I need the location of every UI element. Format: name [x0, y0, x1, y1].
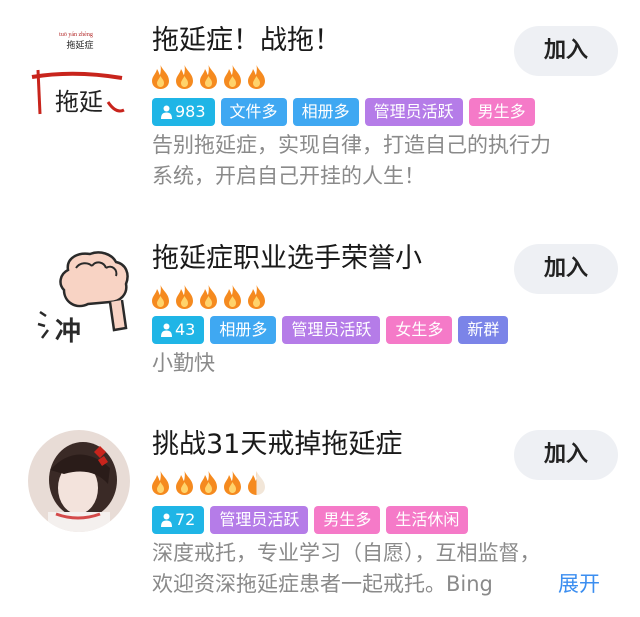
group-description: 小勤快 — [152, 348, 622, 379]
description-line: 深度戒托，专业学习（自愿），互相监督， — [152, 541, 541, 565]
description-line: 小勤快 — [152, 351, 215, 375]
join-button[interactable]: 加入 — [514, 26, 618, 76]
group-title[interactable]: 挑战31天戒掉拖延症 — [152, 428, 402, 462]
flame-icon — [152, 285, 169, 309]
tag-lifestyle: 生活休闲 — [386, 506, 469, 534]
expand-link[interactable]: 展开 — [558, 572, 600, 596]
person-icon — [161, 105, 172, 119]
flame-icon — [200, 471, 217, 495]
activity-flames — [150, 284, 267, 310]
tag-male-majority: 男生多 — [314, 506, 381, 534]
group-avatar[interactable]: 冲 — [28, 240, 133, 345]
flame-icon — [224, 65, 241, 89]
join-button[interactable]: 加入 — [514, 430, 618, 480]
flame-icon — [248, 65, 265, 89]
tag-female-majority: 女生多 — [386, 316, 453, 344]
flame-icon — [200, 65, 217, 89]
group-avatar[interactable] — [28, 430, 130, 532]
tag-albums: 相册多 — [210, 316, 277, 344]
group-item[interactable]: 冲 拖延症职业选手荣誉小 加入 43 相册多 管理员活跃 女生多 新群 小勤快 — [0, 210, 640, 400]
activity-flames — [150, 64, 267, 90]
flame-icon — [152, 471, 169, 495]
group-tags: 983 文件多 相册多 管理员活跃 男生多 — [152, 98, 535, 126]
calligraphy-logo-icon: tuō yán zhèng 拖延症 拖延 — [31, 32, 125, 116]
description-text: 欢迎资深拖延症患者一起戒托。Bing — [152, 572, 493, 596]
group-description: 告别拖延症，实现自律，打造自己的执行力 系统，开启自己开挂的人生！ — [152, 130, 622, 192]
flame-icon — [152, 65, 169, 89]
flame-icon — [176, 285, 193, 309]
tag-admin-active: 管理员活跃 — [364, 98, 463, 126]
tag-admin-active: 管理员活跃 — [282, 316, 381, 344]
svg-text:拖延: 拖延 — [55, 88, 103, 116]
group-item[interactable]: 挑战31天戒掉拖延症 加入 72 管理员活跃 男生多 生活休闲 深度戒托，专业学… — [0, 400, 640, 617]
flame-icon — [176, 65, 193, 89]
description-line: 系统，开启自己开挂的人生！ — [152, 164, 425, 188]
fist-sticker-icon: 冲 — [37, 251, 129, 345]
description-line: 告别拖延症，实现自律，打造自己的执行力 — [152, 133, 551, 157]
member-count: 72 — [175, 510, 196, 529]
member-count: 983 — [175, 102, 206, 121]
flame-half-icon — [248, 471, 265, 495]
description-line: 欢迎资深拖延症患者一起戒托。Bing 展开 — [152, 569, 622, 600]
member-count: 43 — [175, 320, 196, 339]
tag-files: 文件多 — [220, 98, 287, 126]
person-icon — [161, 323, 172, 337]
group-tags: 72 管理员活跃 男生多 生活休闲 — [152, 506, 469, 534]
flame-icon — [176, 471, 193, 495]
member-count-tag: 43 — [152, 316, 205, 344]
group-description: 深度戒托，专业学习（自愿），互相监督， 欢迎资深拖延症患者一起戒托。Bing 展… — [152, 538, 622, 600]
girl-portrait-avatar-icon — [28, 430, 130, 532]
group-list: tuō yán zhèng 拖延症 拖延 拖延症！战拖！ 加入 983 文件多 … — [0, 0, 640, 617]
flame-icon — [224, 471, 241, 495]
activity-flames — [150, 470, 267, 496]
group-title[interactable]: 拖延症！战拖！ — [152, 24, 341, 58]
tag-admin-active: 管理员活跃 — [210, 506, 309, 534]
member-count-tag: 72 — [152, 506, 205, 534]
join-button[interactable]: 加入 — [514, 244, 618, 294]
flame-icon — [224, 285, 241, 309]
person-icon — [161, 513, 172, 527]
group-tags: 43 相册多 管理员活跃 女生多 新群 — [152, 316, 509, 344]
group-avatar[interactable]: tuō yán zhèng 拖延症 拖延 — [24, 22, 134, 132]
avatar-text: 冲 — [55, 317, 81, 345]
flame-icon — [200, 285, 217, 309]
tag-male-majority: 男生多 — [468, 98, 535, 126]
member-count-tag: 983 — [152, 98, 215, 126]
svg-text:tuō yán zhèng: tuō yán zhèng — [59, 32, 93, 38]
flame-icon — [248, 285, 265, 309]
expand-wrap: 展开 — [522, 569, 600, 600]
tag-albums: 相册多 — [292, 98, 359, 126]
group-title[interactable]: 拖延症职业选手荣誉小 — [152, 242, 422, 276]
svg-text:拖延症: 拖延症 — [66, 39, 93, 51]
tag-new-group: 新群 — [458, 316, 509, 344]
group-item[interactable]: tuō yán zhèng 拖延症 拖延 拖延症！战拖！ 加入 983 文件多 … — [0, 0, 640, 210]
